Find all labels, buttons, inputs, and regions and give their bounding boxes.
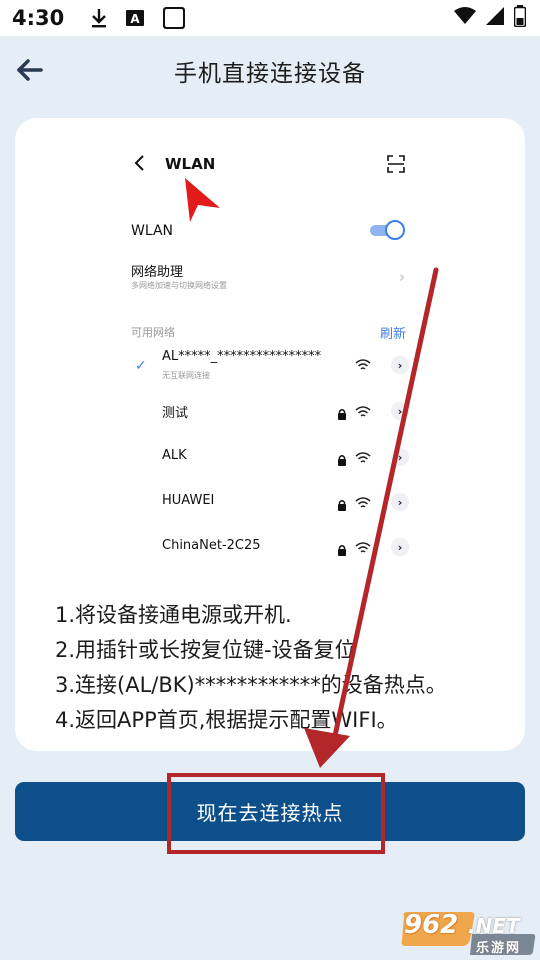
instruction-card: WLAN WLAN 网络助理 多网络加速与切换网络设置 › 可用网络 刷新 ✓ … — [15, 118, 525, 751]
wifi-icon — [355, 495, 371, 514]
chevron-right-icon: › — [391, 402, 409, 420]
network-assistant-subtitle: 多网络加速与切换网络设置 — [131, 281, 227, 290]
illustration-title: WLAN — [165, 155, 216, 173]
network-name: ChinaNet-2C25 — [162, 538, 261, 553]
instruction-step: 3.连接(AL/BK)************的设备热点。 — [55, 673, 447, 697]
illustration-back-icon — [133, 154, 147, 176]
network-assistant-title: 网络助理 — [131, 265, 184, 280]
wifi-icon — [454, 7, 476, 29]
chevron-right-icon: › — [391, 356, 409, 374]
back-arrow-icon — [17, 59, 43, 81]
wlan-toggle — [370, 220, 406, 240]
app-header: 手机直接连接设备 — [0, 36, 540, 106]
chevron-right-icon: › — [391, 538, 409, 556]
chevron-right-icon: › — [391, 448, 409, 466]
wifi-icon — [355, 357, 371, 376]
svg-text:A: A — [131, 12, 141, 26]
lock-icon — [337, 496, 347, 515]
watermark-logo: 962 .NET 乐游网 — [400, 910, 536, 956]
lock-icon — [337, 405, 347, 424]
scan-icon — [387, 155, 405, 177]
instruction-step: 1.将设备接通电源或开机. — [55, 603, 292, 627]
connect-hotspot-button[interactable]: 现在去连接热点 — [15, 782, 525, 841]
connected-network-name: AL*****_**************** — [162, 349, 322, 364]
blank-square-icon — [162, 6, 186, 30]
check-icon: ✓ — [135, 358, 147, 374]
network-name: 测试 — [162, 406, 189, 421]
font-a-icon: A — [126, 8, 145, 28]
battery-icon — [513, 5, 527, 31]
watermark-site: 乐游网 — [476, 941, 522, 956]
watermark-number: 962 — [404, 910, 459, 940]
chevron-right-icon: › — [391, 493, 409, 511]
wifi-icon — [355, 540, 371, 559]
network-name: ALK — [162, 448, 187, 463]
status-right-group — [454, 5, 527, 31]
wifi-icon — [355, 404, 371, 423]
instruction-step: 2.用插针或长按复位键-设备复位 — [55, 638, 356, 662]
back-button[interactable] — [10, 50, 50, 90]
watermark-net: .NET — [468, 914, 520, 938]
signal-icon — [486, 7, 504, 29]
page-title: 手机直接连接设备 — [174, 61, 366, 87]
download-icon — [90, 8, 108, 28]
instruction-list: 1.将设备接通电源或开机. 2.用插针或长按复位键-设备复位 3.连接(AL/B… — [55, 598, 447, 738]
wifi-icon — [355, 450, 371, 469]
network-name: HUAWEI — [162, 493, 215, 508]
lock-icon — [337, 541, 347, 560]
available-networks-label: 可用网络 — [131, 326, 175, 339]
lock-icon — [337, 451, 347, 470]
connected-network-status: 无互联网连接 — [162, 371, 210, 380]
chevron-right-icon: › — [399, 268, 405, 286]
wlan-label: WLAN — [131, 223, 174, 239]
status-time: 4:30 — [12, 6, 65, 30]
refresh-label: 刷新 — [380, 327, 407, 342]
status-bar: 4:30 A — [0, 0, 540, 36]
instruction-step: 4.返回APP首页,根据提示配置WIFI。 — [55, 708, 398, 732]
